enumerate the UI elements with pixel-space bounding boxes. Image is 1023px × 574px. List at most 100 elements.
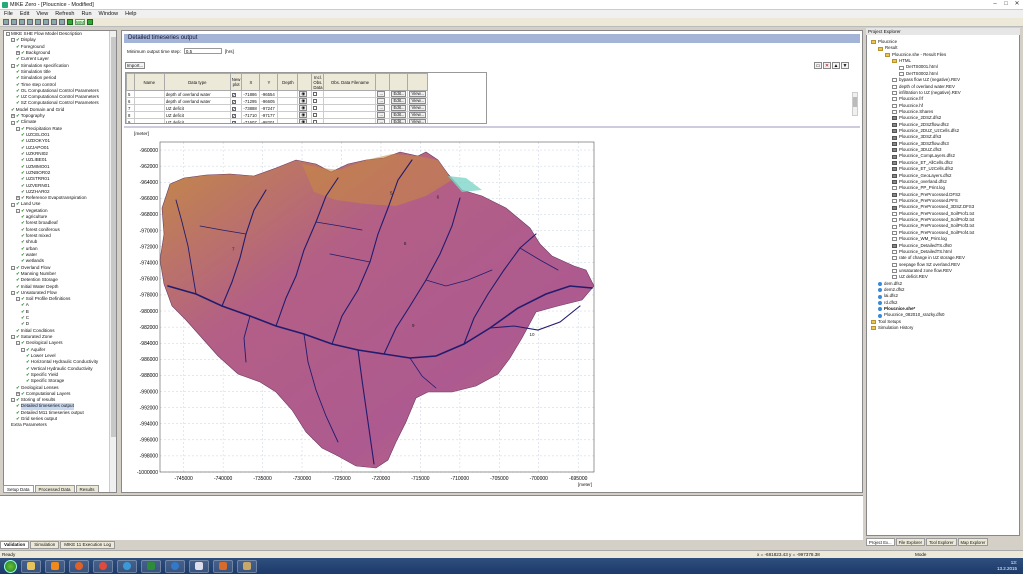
- menu-help[interactable]: Help: [125, 11, 136, 17]
- view-button[interactable]: View...: [409, 119, 427, 123]
- locate-icon[interactable]: ◉: [299, 119, 308, 123]
- move-up-icon[interactable]: ▲: [832, 62, 840, 69]
- tab-setup-data[interactable]: Setup Data: [3, 485, 34, 493]
- tab-tool-explorer[interactable]: Tool Explorer: [926, 538, 957, 546]
- menu-file[interactable]: File: [4, 11, 13, 17]
- menu-view[interactable]: View: [36, 11, 48, 17]
- tab-file-explorer[interactable]: File Explorer: [895, 538, 926, 546]
- tab-mike11-log[interactable]: MIKE 11 Execution Log: [60, 541, 115, 549]
- expand-toggle-icon[interactable]: -: [11, 335, 15, 340]
- expand-toggle-icon[interactable]: +: [16, 51, 20, 56]
- tree-item[interactable]: Extra Parameters: [4, 422, 110, 428]
- map-view[interactable]: -745000 -740000 -735000 -730000 -725000 -7200…: [126, 130, 600, 492]
- media-taskbar-icon[interactable]: [45, 559, 65, 573]
- locate-icon[interactable]: ◉: [299, 91, 308, 97]
- open-file-icon[interactable]: [11, 19, 17, 25]
- view-button[interactable]: View...: [409, 105, 427, 111]
- run-icon[interactable]: [67, 19, 73, 25]
- minimize-icon[interactable]: ‒: [991, 1, 999, 8]
- start-button[interactable]: [4, 559, 17, 573]
- table-row[interactable]: 7 UZ deficit ✓ -73888 -97247 ◉... Edit... View.…: [126, 104, 429, 112]
- checkbox[interactable]: [313, 112, 318, 117]
- move-down-icon[interactable]: ▼: [841, 62, 849, 69]
- splitter[interactable]: [124, 126, 860, 128]
- save-icon[interactable]: [19, 19, 25, 25]
- locate-icon[interactable]: ◉: [299, 112, 308, 118]
- explorer-taskbar-icon[interactable]: [21, 559, 41, 573]
- help-icon[interactable]: [59, 19, 65, 25]
- expand-toggle-icon[interactable]: -: [11, 202, 15, 207]
- insert-row-icon[interactable]: ▭: [814, 62, 822, 69]
- menu-edit[interactable]: Edit: [20, 11, 29, 17]
- delete-row-icon[interactable]: ✕: [823, 62, 831, 69]
- tree-scrollbar[interactable]: [109, 31, 116, 492]
- edit-button[interactable]: Edit...: [391, 119, 407, 123]
- grid-scrollbar[interactable]: [852, 92, 858, 116]
- menu-run[interactable]: Run: [81, 11, 91, 17]
- browse-button[interactable]: ...: [377, 105, 386, 111]
- grid-icon[interactable]: [87, 19, 93, 25]
- edit-button[interactable]: Edit...: [391, 91, 407, 97]
- checkbox[interactable]: [313, 91, 318, 96]
- window-taskbar-icon[interactable]: [189, 559, 209, 573]
- timestep-input[interactable]: 0.5: [183, 48, 222, 54]
- table-row[interactable]: 6 depth of overland water ✓ -71295 -96605 ◉..…: [126, 97, 429, 105]
- new-file-icon[interactable]: [3, 19, 9, 25]
- locate-icon[interactable]: ◉: [299, 98, 308, 104]
- ie-taskbar-icon[interactable]: [117, 559, 137, 573]
- expand-toggle-icon[interactable]: +: [16, 391, 20, 396]
- expand-toggle-icon[interactable]: -: [11, 38, 15, 43]
- locate-icon[interactable]: ◉: [299, 105, 308, 111]
- edit-button[interactable]: Edit...: [391, 98, 407, 104]
- browse-button[interactable]: ...: [377, 119, 386, 123]
- checkbox[interactable]: [313, 98, 318, 103]
- chrome-taskbar-icon[interactable]: [93, 559, 113, 573]
- table-row[interactable]: 8 UZ deficit ✓ -71710 -97177 ◉... Edit... View.…: [126, 111, 429, 119]
- expand-toggle-icon[interactable]: -: [11, 63, 15, 68]
- print-icon[interactable]: [51, 19, 57, 25]
- output-point-label[interactable]: 10: [530, 332, 536, 337]
- project-item[interactable]: Simulation History: [869, 325, 1019, 331]
- expand-toggle-icon[interactable]: -: [16, 341, 20, 346]
- menu-window[interactable]: Window: [99, 11, 119, 17]
- checkbox[interactable]: ✓: [231, 113, 236, 118]
- expand-toggle-icon[interactable]: -: [11, 120, 15, 125]
- checkbox[interactable]: ✓: [231, 92, 236, 97]
- expand-toggle-icon[interactable]: +: [11, 114, 15, 119]
- tab-results[interactable]: Results: [75, 485, 99, 493]
- checkbox[interactable]: ✓: [231, 99, 236, 104]
- tab-project-explorer[interactable]: Project Ex...: [866, 538, 895, 546]
- tab-map-explorer[interactable]: Map Explorer: [957, 538, 989, 546]
- view-button[interactable]: View...: [409, 98, 427, 104]
- import-button[interactable]: Import...: [125, 62, 145, 69]
- zero-taskbar-icon[interactable]: [237, 559, 257, 573]
- checkbox[interactable]: ✓: [231, 106, 236, 111]
- expand-toggle-icon[interactable]: -: [16, 297, 20, 302]
- expand-toggle-icon[interactable]: +: [16, 196, 20, 201]
- paste-icon[interactable]: [43, 19, 49, 25]
- checkbox[interactable]: ✓: [231, 120, 236, 123]
- expand-toggle-icon[interactable]: -: [6, 32, 10, 37]
- expand-toggle-icon[interactable]: -: [11, 265, 15, 270]
- maximize-icon[interactable]: □: [1002, 1, 1010, 8]
- browse-button[interactable]: ...: [377, 98, 386, 104]
- checkbox[interactable]: [313, 119, 318, 123]
- view-button[interactable]: View...: [409, 112, 427, 118]
- browse-button[interactable]: ...: [377, 91, 386, 97]
- expand-toggle-icon[interactable]: -: [21, 347, 25, 352]
- tab-validation[interactable]: Validation: [0, 541, 30, 549]
- browse-button[interactable]: ...: [377, 112, 386, 118]
- expand-toggle-icon[interactable]: -: [16, 126, 20, 131]
- table-row[interactable]: 9 UZ deficit ✓ -71607 -98201 ◉... Edit... View.…: [126, 118, 429, 123]
- firefox-taskbar-icon[interactable]: [69, 559, 89, 573]
- menu-refresh[interactable]: Refresh: [55, 11, 74, 17]
- expand-toggle-icon[interactable]: -: [16, 208, 20, 213]
- mike-taskbar-icon[interactable]: [165, 559, 185, 573]
- close-icon[interactable]: ✕: [1013, 1, 1021, 8]
- copy-icon[interactable]: [35, 19, 41, 25]
- excel-taskbar-icon[interactable]: [141, 559, 161, 573]
- view-button[interactable]: View...: [409, 91, 427, 97]
- tool-taskbar-icon[interactable]: [213, 559, 233, 573]
- edit-button[interactable]: Edit...: [391, 112, 407, 118]
- table-row[interactable]: 5 depth of overland water ✓ -71886 -96554 ◉..…: [126, 90, 429, 98]
